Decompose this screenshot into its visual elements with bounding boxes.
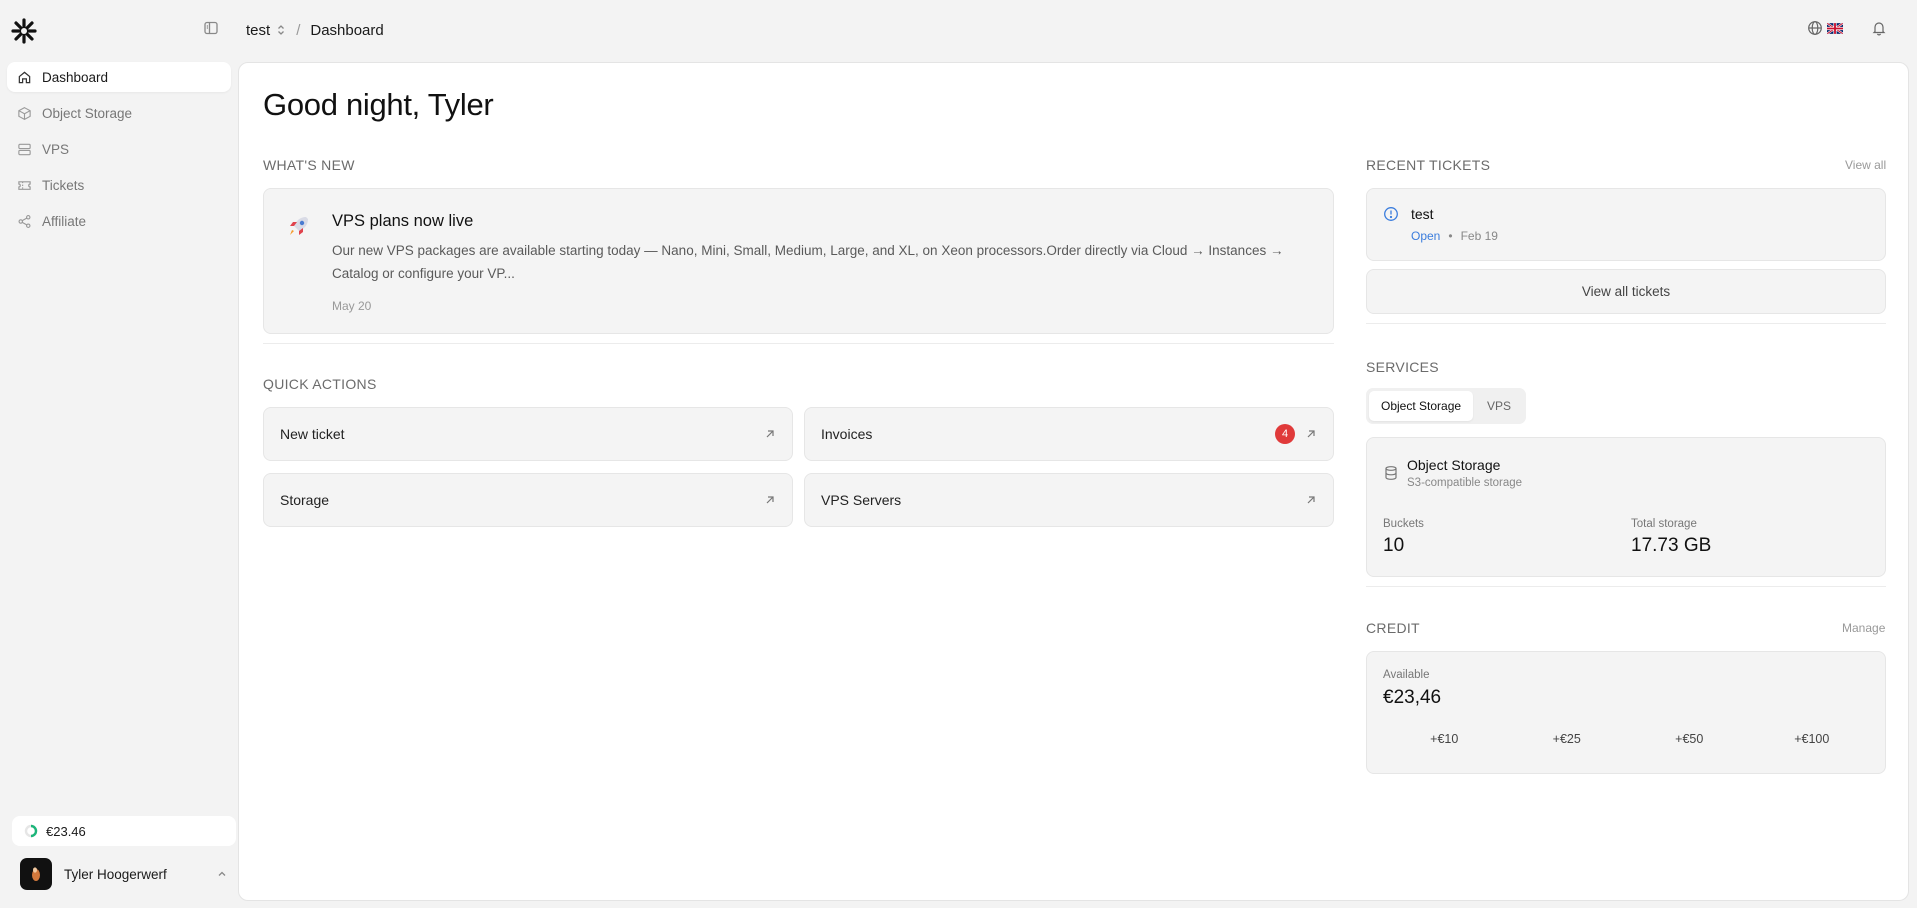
avatar-image-icon (32, 867, 40, 881)
buckets-value: 10 (1383, 535, 1405, 556)
meta-separator: • (1448, 229, 1453, 243)
breadcrumb-separator: / (296, 21, 301, 39)
chevron-up-icon (218, 871, 226, 876)
credit-heading: Credit (1366, 620, 1420, 636)
ticket-meta: Open • Feb 19 (1411, 229, 1498, 243)
news-date: May 20 (332, 299, 372, 313)
rocket-icon (290, 217, 308, 235)
ticket-card[interactable]: test Open • Feb 19 (1366, 188, 1886, 261)
topup-50-button[interactable]: +€50 (1628, 722, 1751, 756)
user-menu[interactable]: Tyler Hoogerwerf (12, 856, 236, 892)
service-title: Object Storage (1407, 457, 1501, 473)
news-body: Our new VPS packages are available start… (332, 243, 1284, 281)
tab-object-storage[interactable]: Object Storage (1369, 391, 1474, 421)
sidebar-item-affiliate[interactable]: Affiliate (7, 206, 231, 236)
view-all-tickets-button[interactable]: View all tickets (1366, 269, 1886, 314)
news-card[interactable]: VPS plans now live Our new VPS packages … (263, 188, 1334, 334)
quick-action-storage[interactable]: Storage (263, 473, 793, 527)
main-panel: Good night, Tyler What's new VPS plans n… (238, 62, 1909, 901)
ticket-status: Open (1411, 229, 1441, 243)
quick-action-label: New ticket (280, 426, 345, 442)
available-label: Available (1383, 669, 1430, 681)
quick-actions-heading: Quick actions (263, 376, 377, 392)
database-icon (1385, 466, 1397, 480)
service-card[interactable]: Object Storage S3-compatible storage Buc… (1366, 437, 1886, 577)
project-switcher[interactable]: test (246, 22, 286, 39)
breadcrumb-current[interactable]: Dashboard (310, 22, 383, 39)
language-selector[interactable] (1807, 20, 1843, 36)
info-circle-icon (1384, 207, 1398, 221)
ticket-date: Feb 19 (1460, 229, 1498, 243)
manage-credit-link[interactable]: Manage (1842, 621, 1885, 635)
buckets-label: Buckets (1383, 518, 1424, 530)
topup-options: +€10 +€25 +€50 +€100 (1383, 722, 1873, 756)
uk-flag-icon (1827, 22, 1843, 34)
total-storage-value: 17.73 GB (1631, 535, 1712, 556)
sidebar-nav: Dashboard Object Storage VPS Tickets Aff… (7, 62, 231, 242)
credit-ring-icon (24, 824, 38, 838)
topup-100-button[interactable]: +€100 (1751, 722, 1874, 756)
service-subtitle: S3-compatible storage (1407, 477, 1523, 489)
total-storage-label: Total storage (1631, 518, 1697, 530)
page-title: Good night, Tyler (263, 87, 494, 122)
quick-action-new-ticket[interactable]: New ticket (263, 407, 793, 461)
sidebar-item-label: Object Storage (42, 105, 133, 121)
sidebar-item-label: VPS (42, 141, 70, 157)
arrow-up-right-icon (766, 430, 774, 438)
sidebar-item-dashboard[interactable]: Dashboard (7, 62, 231, 92)
quick-action-label: VPS Servers (821, 492, 902, 508)
whats-new-heading: What's new (263, 157, 355, 173)
divider (263, 343, 1334, 344)
brand-logo-icon[interactable] (11, 18, 37, 44)
sidebar-item-vps[interactable]: VPS (7, 134, 231, 164)
arrow-up-right-icon (1307, 430, 1315, 438)
globe-icon (1808, 21, 1822, 35)
sidebar-item-label: Dashboard (42, 69, 109, 85)
user-name: Tyler Hoogerwerf (64, 866, 167, 882)
divider (1366, 586, 1886, 587)
share-icon (18, 214, 31, 228)
services-heading: Services (1366, 359, 1439, 375)
topup-25-button[interactable]: +€25 (1506, 722, 1629, 756)
sidebar-credit-balance[interactable]: €23.46 (12, 816, 236, 846)
invoices-count-badge: 4 (1275, 424, 1295, 444)
recent-tickets-heading: Recent tickets (1366, 157, 1491, 173)
sidebar-item-tickets[interactable]: Tickets (7, 170, 231, 200)
quick-action-label: Invoices (821, 426, 873, 442)
quick-action-invoices[interactable]: Invoices 4 (804, 407, 1334, 461)
breadcrumb: test / Dashboard (246, 20, 384, 40)
ticket-icon (18, 180, 31, 190)
server-icon (18, 143, 31, 155)
top-right-controls (1807, 20, 1887, 36)
sidebar-item-object-storage[interactable]: Object Storage (7, 98, 231, 128)
sidebar-item-label: Tickets (42, 177, 85, 193)
view-all-tickets-link[interactable]: View all (1845, 158, 1886, 172)
quick-action-label: Storage (280, 492, 330, 508)
tab-vps[interactable]: VPS (1475, 391, 1523, 421)
avatar (20, 858, 52, 890)
arrow-up-right-icon (1307, 496, 1315, 504)
news-title: VPS plans now live (332, 212, 474, 230)
home-icon (18, 71, 31, 83)
bell-icon[interactable] (1871, 20, 1887, 36)
topup-10-button[interactable]: +€10 (1383, 722, 1506, 756)
credit-amount: €23,46 (1383, 687, 1442, 708)
sidebar-credit-amount: €23.46 (46, 823, 86, 839)
chevron-updown-icon (278, 25, 285, 35)
project-name: test (246, 21, 271, 39)
quick-action-vps-servers[interactable]: VPS Servers (804, 473, 1334, 527)
services-tabs: Object Storage VPS (1366, 388, 1527, 424)
sidebar-toggle-icon[interactable] (203, 20, 219, 36)
divider (1366, 323, 1886, 324)
credit-card: Available €23,46 +€10 +€25 +€50 +€100 (1366, 651, 1886, 774)
box-icon (18, 106, 31, 120)
sidebar-item-label: Affiliate (42, 213, 87, 229)
ticket-title: test (1411, 206, 1434, 222)
arrow-up-right-icon (766, 496, 774, 504)
